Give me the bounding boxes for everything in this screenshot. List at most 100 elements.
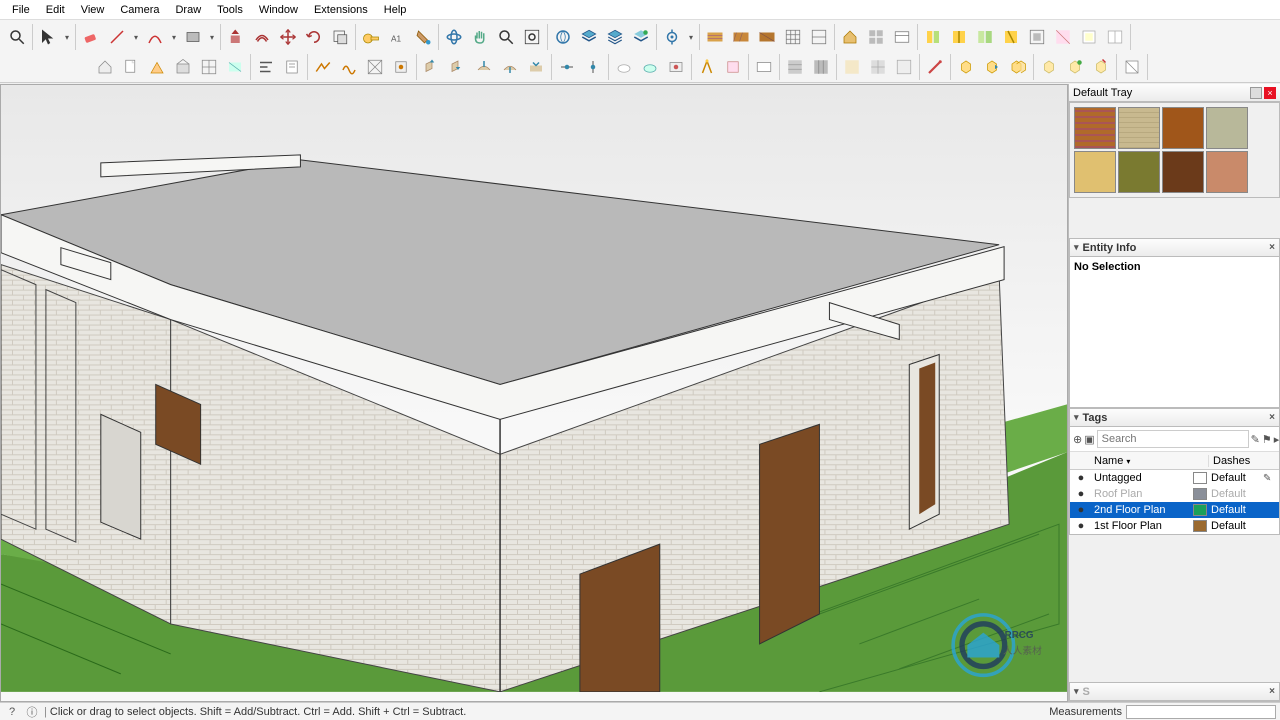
ext1-icon[interactable] [921,25,945,49]
tags-col-dashes[interactable]: Dashes [1209,455,1279,467]
paint2-icon[interactable] [923,55,947,79]
select-dropdown[interactable]: ▾ [62,33,72,42]
grid-r2-icon[interactable] [197,55,221,79]
paint-icon[interactable] [411,25,435,49]
material-swatch[interactable] [1118,107,1160,149]
rotate-icon[interactable] [302,25,326,49]
tex-a-icon[interactable] [783,55,807,79]
move-icon[interactable] [276,25,300,49]
arc-icon[interactable] [143,25,167,49]
ext-r2-7-icon[interactable] [389,55,413,79]
select-icon[interactable] [36,25,60,49]
ex-c-icon[interactable] [752,55,776,79]
house-icon[interactable] [838,25,862,49]
cloud-1-icon[interactable] [612,55,636,79]
close-icon[interactable]: × [1264,87,1276,99]
grid2-icon[interactable] [807,25,831,49]
ext-r2-5-icon[interactable] [337,55,361,79]
solid-1-icon[interactable] [954,55,978,79]
tex-d-icon[interactable] [866,55,890,79]
grid1-icon[interactable] [781,25,805,49]
visibility-icon[interactable]: ● [1070,520,1092,532]
ext-r2-3-icon[interactable] [223,55,247,79]
ext3-icon[interactable] [973,25,997,49]
tag-color-swatch[interactable] [1193,472,1207,484]
line-icon[interactable] [105,25,129,49]
ext-r2-1-icon[interactable] [145,55,169,79]
line-dropdown[interactable]: ▾ [131,33,141,42]
solid-5-icon[interactable] [1063,55,1087,79]
home-icon[interactable] [93,55,117,79]
tag-row[interactable]: ●Roof PlanDefault [1070,486,1279,502]
sandbox-1-icon[interactable] [420,55,444,79]
solid-4-icon[interactable] [1037,55,1061,79]
tag-tool-1-icon[interactable]: ✎ [1251,431,1260,447]
solid-3-icon[interactable] [1006,55,1030,79]
tag-row[interactable]: ●UntaggedDefault✎ [1070,470,1279,486]
ext5-icon[interactable] [1025,25,1049,49]
tex-e-icon[interactable] [892,55,916,79]
layers2-icon[interactable] [603,25,627,49]
shape-dropdown[interactable]: ▾ [207,33,217,42]
menu-camera[interactable]: Camera [112,2,167,18]
panel-close-icon[interactable]: × [1269,412,1275,423]
ext-r2-4-icon[interactable] [311,55,335,79]
panel-close-icon[interactable]: × [1269,242,1275,253]
help-icon[interactable]: ? [4,704,20,720]
viewport[interactable]: RRCG 人人素材 [0,84,1068,702]
material-swatch[interactable] [1162,107,1204,149]
ex-b-icon[interactable] [721,55,745,79]
tex-c-icon[interactable] [840,55,864,79]
geo-dropdown[interactable]: ▾ [686,33,696,42]
edit-icon[interactable]: ✎ [1263,473,1279,484]
sandbox-5-icon[interactable] [524,55,548,79]
pushpull-icon[interactable] [224,25,248,49]
tape-icon[interactable] [359,25,383,49]
offset-icon[interactable] [250,25,274,49]
tag-color-swatch[interactable] [1193,520,1207,532]
menu-file[interactable]: File [4,2,38,18]
scale-icon[interactable] [328,25,352,49]
tag-row[interactable]: ●2nd Floor PlanDefault [1070,502,1279,518]
ext-r2-2-icon[interactable] [171,55,195,79]
geolocation-icon[interactable] [660,25,684,49]
visibility-icon[interactable]: ● [1070,472,1092,484]
pin-icon[interactable] [1250,87,1262,99]
menu-tools[interactable]: Tools [209,2,251,18]
tex2-icon[interactable] [729,25,753,49]
tag-search-input[interactable] [1097,430,1249,448]
tag-color-swatch[interactable] [1193,488,1207,500]
material-swatch[interactable] [1074,107,1116,149]
text-icon[interactable]: A1 [385,25,409,49]
ext6-icon[interactable] [1051,25,1075,49]
cloud-2-icon[interactable] [638,55,662,79]
ext7-icon[interactable] [1077,25,1101,49]
eraser-icon[interactable] [79,25,103,49]
menu-view[interactable]: View [73,2,113,18]
align-2-icon[interactable] [280,55,304,79]
tag-folder-icon[interactable]: ▣ [1084,431,1094,447]
visibility-icon[interactable]: ● [1070,504,1092,516]
grid3-icon[interactable] [864,25,888,49]
ex-a-icon[interactable] [695,55,719,79]
align-1-icon[interactable] [254,55,278,79]
tag-color-swatch[interactable] [1193,504,1207,516]
menu-help[interactable]: Help [376,2,415,18]
new-icon[interactable] [119,55,143,79]
search-icon[interactable] [5,25,29,49]
layers-icon[interactable] [577,25,601,49]
tex3-icon[interactable] [755,25,779,49]
tex1-icon[interactable] [703,25,727,49]
sandbox-3-icon[interactable] [472,55,496,79]
ext-end-icon[interactable] [1120,55,1144,79]
visibility-icon[interactable]: ● [1070,488,1092,500]
solid-2-icon[interactable] [980,55,1004,79]
collapse-icon[interactable]: ▾ [1074,242,1079,253]
table-icon[interactable] [890,25,914,49]
ext4-icon[interactable] [999,25,1023,49]
info-icon[interactable]: ⓘ [24,704,40,720]
tag-tool-2-icon[interactable]: ⚑ [1262,431,1272,447]
ext2-icon[interactable] [947,25,971,49]
solid-6-icon[interactable] [1089,55,1113,79]
rectangle-icon[interactable] [181,25,205,49]
